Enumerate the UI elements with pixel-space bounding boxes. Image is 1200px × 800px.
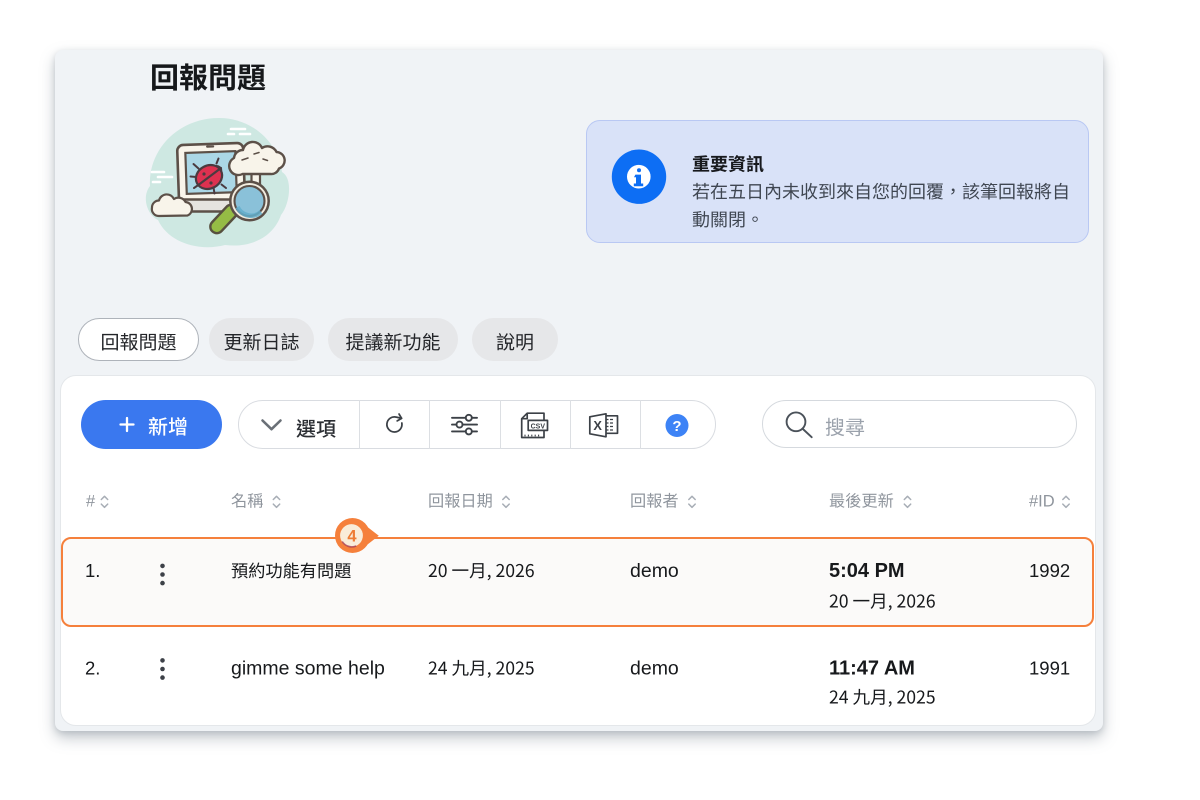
svg-text:1.: 1. bbox=[85, 560, 100, 581]
svg-text:11:47 AM: 11:47 AM bbox=[829, 658, 915, 680]
svg-text:?: ? bbox=[672, 418, 681, 435]
svg-text:2.: 2. bbox=[85, 658, 100, 679]
svg-text:demo: demo bbox=[630, 658, 679, 680]
svg-text:1992: 1992 bbox=[1029, 560, 1070, 581]
svg-text:#ID: #ID bbox=[1029, 493, 1055, 511]
svg-text:gimme some help: gimme some help bbox=[231, 658, 385, 680]
svg-text:#: # bbox=[86, 493, 96, 511]
svg-text:1991: 1991 bbox=[1029, 658, 1070, 679]
svg-text:4: 4 bbox=[347, 528, 357, 546]
svg-text:CSV: CSV bbox=[531, 423, 546, 430]
svg-text:X: X bbox=[593, 418, 602, 433]
svg-text:demo: demo bbox=[630, 560, 679, 582]
svg-text:5:04 PM: 5:04 PM bbox=[829, 560, 905, 582]
